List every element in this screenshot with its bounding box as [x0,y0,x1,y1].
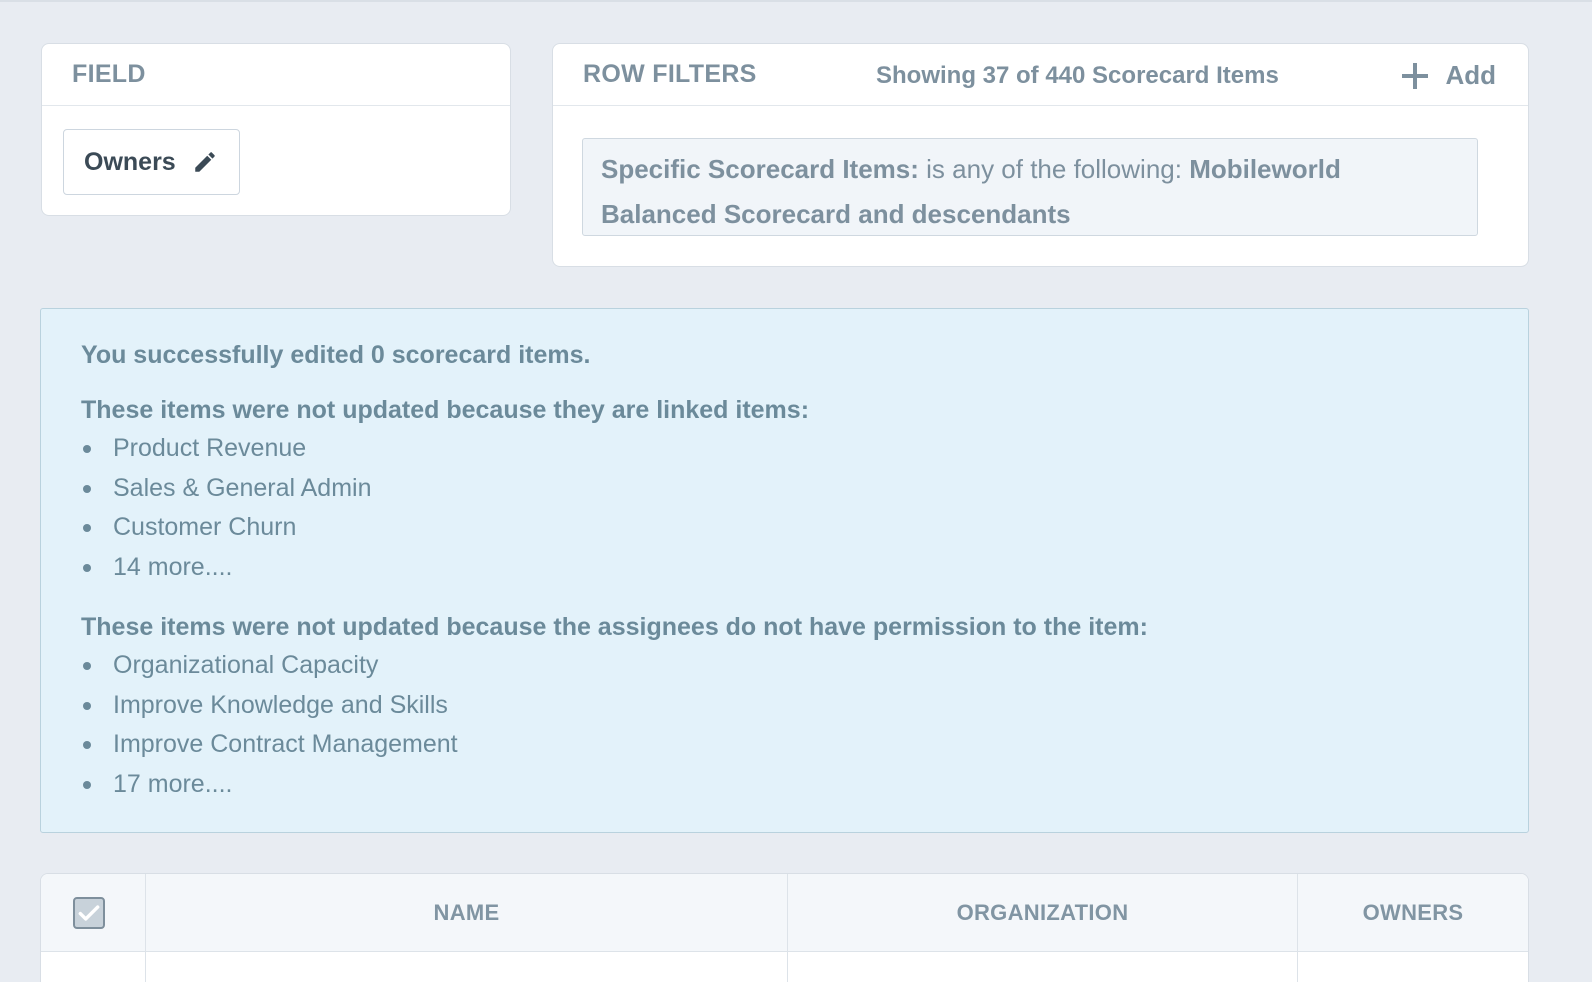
table-cell [41,952,146,982]
alert-headline: You successfully edited 0 scorecard item… [81,341,591,369]
column-header-owners[interactable]: OWNERS [1298,874,1528,951]
list-item: Sales & General Admin [81,469,1488,509]
select-all-cell [41,874,146,951]
permission-items-list: Organizational Capacity Improve Knowledg… [81,646,1488,804]
row-filters-panel: ROW FILTERS Showing 37 of 440 Scorecard … [552,43,1529,267]
list-item: Improve Contract Management [81,725,1488,765]
field-panel-header: FIELD [42,44,510,106]
row-filters-title: ROW FILTERS [583,60,757,88]
row-filters-header: ROW FILTERS Showing 37 of 440 Scorecard … [553,44,1528,106]
table-cell [1298,952,1528,982]
add-filter-button[interactable]: Add [1401,60,1496,91]
items-table: NAME ORGANIZATION OWNERS [40,873,1529,982]
field-panel-title: FIELD [72,60,146,88]
list-item: Product Revenue [81,429,1488,469]
table-row [41,952,1528,982]
filter-chip[interactable]: Specific Scorecard Items: is any of the … [582,138,1478,236]
showing-count: Showing 37 of 440 Scorecard Items [876,62,1279,89]
table-cell [788,952,1298,982]
field-panel: FIELD Owners [41,43,511,216]
plus-icon [1401,62,1429,90]
table-header: NAME ORGANIZATION OWNERS [41,874,1528,952]
result-alert: You successfully edited 0 scorecard item… [40,308,1529,833]
list-item: Customer Churn [81,508,1488,548]
list-item: 14 more.... [81,548,1488,588]
add-filter-label: Add [1445,60,1496,90]
column-header-name[interactable]: NAME [146,874,788,951]
owners-field-chip[interactable]: Owners [63,129,240,195]
list-item: 17 more.... [81,765,1488,805]
linked-items-list: Product Revenue Sales & General Admin Cu… [81,429,1488,587]
column-header-organization[interactable]: ORGANIZATION [788,874,1298,951]
check-icon [78,904,100,921]
list-item: Organizational Capacity [81,646,1488,686]
filter-label: Specific Scorecard Items: [601,154,919,184]
owners-chip-label: Owners [84,147,176,176]
select-all-checkbox[interactable] [73,896,105,929]
linked-items-title: These items were not updated because the… [81,396,810,424]
list-item: Improve Knowledge and Skills [81,686,1488,726]
filter-operator: is any of the following: [918,154,1190,184]
table-cell [146,952,788,982]
permission-items-title: These items were not updated because the… [81,613,1148,641]
pencil-icon[interactable] [192,149,218,175]
